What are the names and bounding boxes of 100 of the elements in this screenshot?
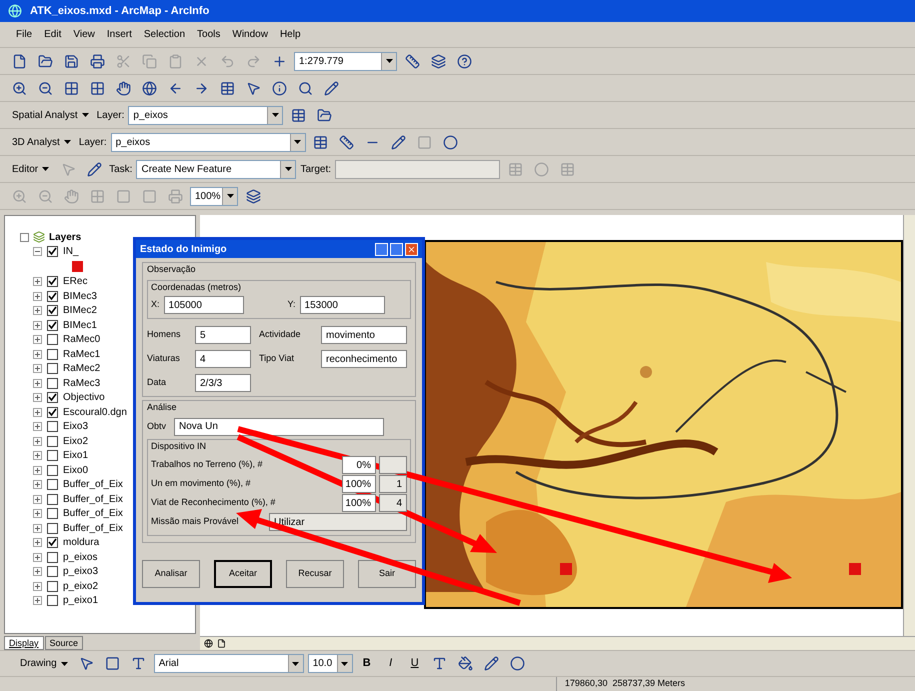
expand-toggle[interactable]: [33, 393, 42, 402]
minimize-button[interactable]: [375, 242, 388, 256]
layer-checkbox[interactable]: [47, 363, 58, 374]
menu-item[interactable]: Selection: [144, 27, 186, 42]
input-field[interactable]: movimento: [321, 326, 407, 344]
expand-toggle[interactable]: [33, 378, 42, 388]
layer-checkbox[interactable]: [47, 276, 58, 288]
expand-toggle[interactable]: [33, 422, 42, 432]
layer-name[interactable]: RaMec1: [63, 346, 100, 362]
layer-name[interactable]: Buffer_of_Eix: [63, 520, 123, 536]
menu-item[interactable]: Window: [232, 27, 268, 42]
layer-checkbox[interactable]: [47, 552, 58, 563]
menu-item[interactable]: Insert: [106, 27, 132, 42]
layer-checkbox[interactable]: [47, 246, 58, 257]
expand-toggle[interactable]: [33, 451, 42, 460]
bold-button[interactable]: B: [356, 655, 377, 672]
expand-toggle[interactable]: [33, 509, 42, 518]
layer-checkbox[interactable]: [47, 378, 58, 389]
layer-checkbox[interactable]: [47, 348, 58, 360]
input-field[interactable]: 1: [379, 475, 407, 493]
italic-button[interactable]: I: [380, 655, 401, 672]
layer-checkbox[interactable]: [47, 537, 58, 548]
panel-tab[interactable]: Source: [44, 636, 84, 650]
expand-toggle[interactable]: [33, 292, 42, 301]
task-field[interactable]: Create New Feature: [136, 160, 296, 178]
layer-name[interactable]: BIMec1: [63, 318, 97, 333]
layer-checkbox[interactable]: [47, 479, 58, 490]
expand-toggle[interactable]: [33, 524, 42, 533]
input-field[interactable]: reconhecimento: [321, 350, 407, 368]
layer-checkbox[interactable]: [47, 320, 58, 331]
layer-checkbox[interactable]: [47, 305, 58, 316]
layer-field[interactable]: p_eixos: [110, 132, 306, 152]
font-field[interactable]: Arial: [154, 654, 304, 673]
expand-toggle[interactable]: [33, 408, 42, 417]
layer-name[interactable]: moldura: [63, 535, 100, 550]
vertical-scrollbar[interactable]: [903, 215, 915, 636]
layer-name[interactable]: IN_: [63, 244, 79, 259]
layer-checkbox[interactable]: [47, 421, 58, 432]
layer-checkbox[interactable]: [47, 595, 58, 606]
underline-button[interactable]: U: [404, 655, 425, 672]
panel-tab[interactable]: Display: [4, 636, 44, 650]
menu-item[interactable]: View: [73, 27, 95, 42]
layer-checkbox[interactable]: [47, 566, 58, 578]
layer-name[interactable]: Buffer_of_Eix: [63, 477, 123, 492]
layer-name[interactable]: Objectivo: [63, 390, 105, 406]
layer-name[interactable]: BIMec3: [63, 288, 97, 304]
expand-toggle[interactable]: [33, 277, 42, 286]
input-field[interactable]: 105000: [164, 296, 244, 314]
layer-checkbox[interactable]: [47, 464, 58, 476]
input-field[interactable]: Nova Un: [174, 418, 384, 436]
input-field[interactable]: 4: [379, 494, 407, 512]
expand-toggle[interactable]: [33, 582, 42, 591]
layer-field[interactable]: p_eixos: [128, 106, 284, 124]
layer-name[interactable]: Eixo0: [63, 462, 88, 478]
expand-toggle[interactable]: [33, 246, 42, 256]
layer-name[interactable]: p_eixo1: [63, 593, 98, 608]
input-field[interactable]: 100%: [342, 494, 376, 512]
font-size-field[interactable]: 10.0: [308, 654, 353, 673]
expand-toggle[interactable]: [33, 350, 42, 359]
toolbar-menu[interactable]: 3D Analyst: [8, 134, 75, 150]
input-field[interactable]: 2/3/3: [195, 374, 251, 392]
input-field[interactable]: 0%: [342, 456, 376, 474]
layer-name[interactable]: BIMec2: [63, 303, 97, 318]
dialog-button[interactable]: Aceitar: [214, 560, 272, 588]
expand-toggle[interactable]: [33, 364, 42, 374]
expand-toggle[interactable]: [33, 480, 42, 490]
layer-checkbox[interactable]: [47, 450, 58, 462]
layer-name[interactable]: RaMec0: [63, 332, 100, 348]
layer-checkbox[interactable]: [47, 508, 58, 520]
layer-checkbox[interactable]: [47, 436, 58, 447]
expand-toggle[interactable]: [33, 596, 42, 606]
expand-toggle[interactable]: [33, 335, 42, 344]
toolbar-menu[interactable]: Editor: [8, 162, 54, 176]
layer-checkbox[interactable]: [47, 334, 58, 346]
layer-name[interactable]: Buffer_of_Eix: [63, 492, 123, 507]
toolbar-menu[interactable]: Drawing: [16, 656, 72, 671]
close-button[interactable]: [405, 242, 418, 256]
expand-toggle[interactable]: [33, 552, 42, 562]
maximize-button[interactable]: [390, 242, 403, 256]
layer-name[interactable]: Buffer_of_Eix: [63, 506, 123, 522]
target-field[interactable]: [335, 160, 500, 178]
layer-checkbox[interactable]: [47, 580, 58, 592]
menu-item[interactable]: Tools: [197, 27, 220, 42]
layer-checkbox[interactable]: [47, 290, 58, 302]
expand-toggle[interactable]: [33, 320, 42, 330]
input-field[interactable]: [379, 456, 407, 474]
layer-checkbox[interactable]: [47, 522, 58, 534]
input-field[interactable]: 5: [195, 326, 251, 344]
scale-field[interactable]: 1:279.779: [294, 52, 397, 70]
layer-name[interactable]: RaMec3: [63, 376, 100, 391]
expand-toggle[interactable]: [33, 494, 42, 504]
layer-name[interactable]: Eixo2: [63, 434, 88, 449]
input-field[interactable]: 100%: [342, 475, 376, 493]
menu-item[interactable]: File: [16, 27, 32, 42]
expand-toggle[interactable]: [33, 436, 42, 446]
expand-toggle[interactable]: [33, 567, 42, 576]
layer-name[interactable]: Eixo3: [63, 419, 88, 434]
horizontal-scrollbar[interactable]: [200, 636, 915, 650]
toolbar-menu[interactable]: Spatial Analyst: [8, 108, 93, 122]
layer-checkbox[interactable]: [47, 494, 58, 505]
